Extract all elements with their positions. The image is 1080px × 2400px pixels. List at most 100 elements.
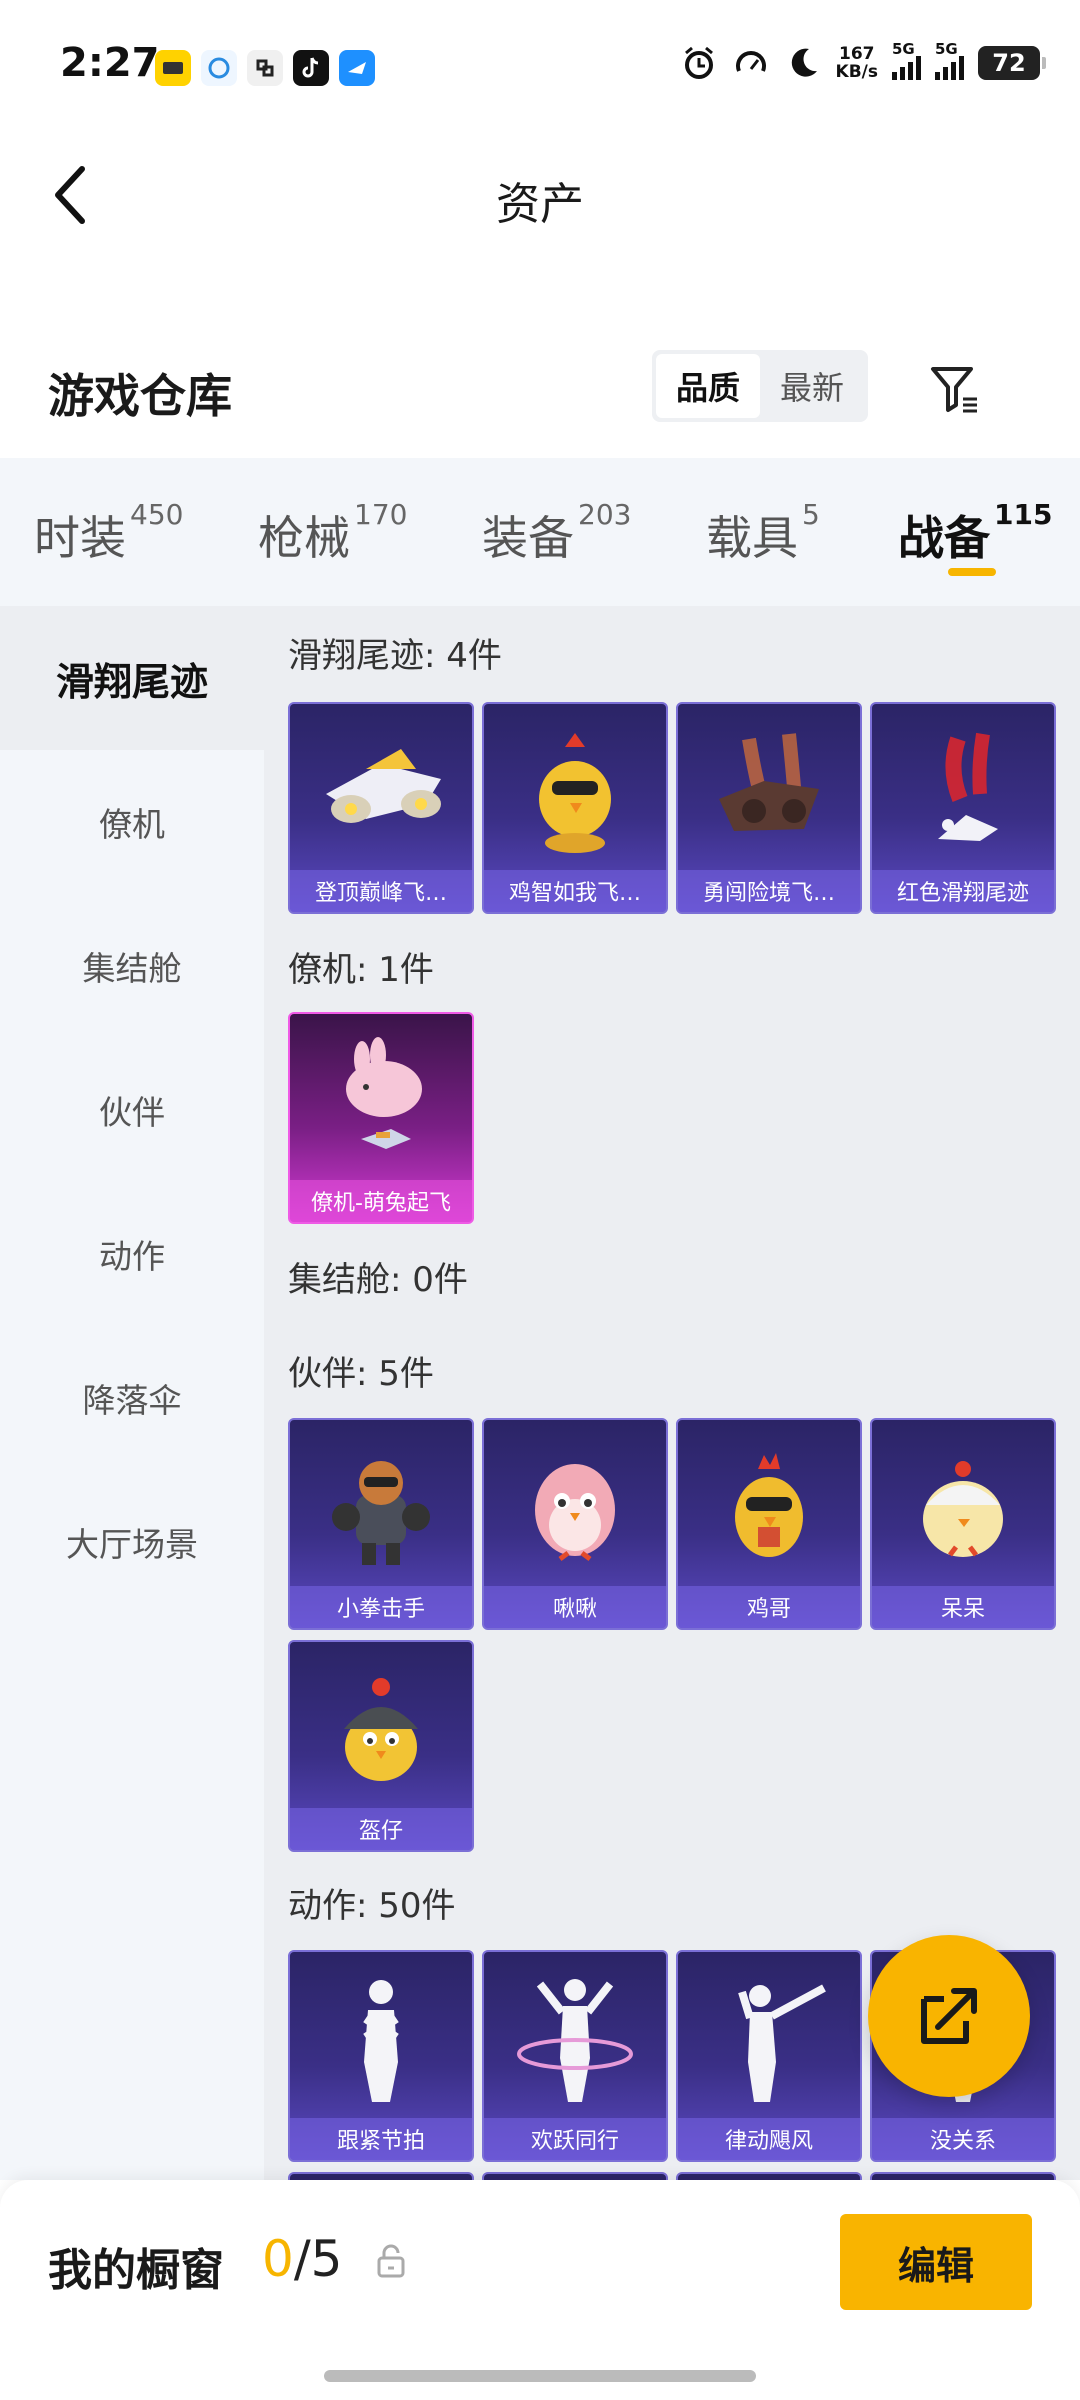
- sidebar-item-lobby-scene[interactable]: 大厅场景: [0, 1470, 264, 1614]
- page-title: 资产: [496, 179, 584, 230]
- mail-icon: [339, 50, 375, 86]
- showcase-count: 0/5: [262, 2230, 342, 2288]
- tab-vehicles[interactable]: 载具 5: [706, 498, 820, 568]
- lock-icon: [376, 2244, 406, 2278]
- tab-label: 战备: [898, 511, 990, 565]
- dance-pose-image: [290, 1952, 472, 2122]
- signal-2: 5G: [935, 40, 964, 80]
- chicken-glider-image: [484, 704, 666, 874]
- item-card[interactable]: [288, 2172, 474, 2180]
- share-icon: [921, 1988, 977, 2044]
- item-card[interactable]: 红色滑翔尾迹: [870, 702, 1056, 914]
- item-card[interactable]: [870, 2172, 1056, 2180]
- item-name: 啾啾: [484, 1586, 666, 1628]
- item-name: 僚机-萌兔起飞: [290, 1180, 472, 1222]
- tab-count: 5: [802, 498, 820, 531]
- signal-1-label: 5G: [892, 40, 915, 58]
- item-card[interactable]: 呆呆: [870, 1418, 1056, 1630]
- item-card[interactable]: 盔仔: [288, 1640, 474, 1852]
- item-name: 登顶巅峰飞…: [290, 870, 472, 912]
- red-smoke-trail-image: [872, 704, 1054, 874]
- item-card[interactable]: 鸡智如我飞…: [482, 702, 668, 914]
- tab-label: 载具: [706, 511, 798, 565]
- item-card[interactable]: 鸡哥: [676, 1418, 862, 1630]
- status-app-icons: [155, 50, 375, 86]
- filter-icon: [931, 367, 977, 413]
- item-card[interactable]: 登顶巅峰飞…: [288, 702, 474, 914]
- sidebar-item-wingman[interactable]: 僚机: [0, 750, 264, 894]
- sort-quality-option[interactable]: 品质: [656, 354, 760, 418]
- item-card[interactable]: 跟紧节拍: [288, 1950, 474, 2162]
- item-card[interactable]: 僚机-萌兔起飞: [288, 1012, 474, 1224]
- item-card[interactable]: [482, 2172, 668, 2180]
- showcase-bar: 我的橱窗 0/5 编辑: [0, 2180, 1080, 2400]
- section-title-companion: 伙伴: 5件: [288, 1354, 434, 1394]
- share-fab[interactable]: [868, 1935, 1030, 2097]
- battery-indicator: 72: [978, 46, 1046, 80]
- sidebar-item-parachute[interactable]: 降落伞: [0, 1326, 264, 1470]
- filter-button[interactable]: [920, 354, 990, 424]
- status-bar: 2:27 167 KB/s 5G 5G 72: [0, 0, 1080, 130]
- category-sidebar: 滑翔尾迹 僚机 集结舱 伙伴 动作 降落伞 大厅场景: [0, 606, 264, 2180]
- sidebar-item-emote[interactable]: 动作: [0, 1182, 264, 1326]
- item-card[interactable]: 律动飓风: [676, 1950, 862, 2162]
- status-time: 2:27: [60, 40, 160, 86]
- section-title-rally-pod: 集结舱: 0件: [288, 1260, 468, 1300]
- spin-pose-image: [484, 1952, 666, 2122]
- section-title-wingman: 僚机: 1件: [288, 950, 434, 990]
- item-card[interactable]: 啾啾: [482, 1418, 668, 1630]
- sidebar-item-companion[interactable]: 伙伴: [0, 1038, 264, 1182]
- boxer-companion-image: [290, 1420, 472, 1590]
- showcase-current: 0: [262, 2230, 294, 2288]
- net-speed-value: 167: [839, 44, 875, 64]
- chicken-companion-image: [678, 1420, 860, 1590]
- tab-label: 枪械: [258, 511, 350, 565]
- moon-icon: [784, 44, 822, 82]
- jet-glider-image: [290, 704, 472, 874]
- item-name: 鸡哥: [678, 1586, 860, 1628]
- tab-count: 115: [994, 498, 1053, 531]
- net-speed-unit: KB/s: [835, 62, 878, 82]
- rusty-jet-image: [678, 704, 860, 874]
- item-card[interactable]: 勇闯险境飞…: [676, 702, 862, 914]
- tab-guns[interactable]: 枪械 170: [258, 498, 407, 568]
- item-name: 盔仔: [290, 1808, 472, 1850]
- tab-battle-prep[interactable]: 战备 115: [898, 498, 1052, 568]
- status-right: 167 KB/s 5G 5G 72: [680, 40, 1046, 82]
- point-pose-image: [678, 1952, 860, 2122]
- item-name: 欢跃同行: [484, 2118, 666, 2160]
- section-title-glide-trail: 滑翔尾迹: 4件: [288, 636, 502, 676]
- home-indicator[interactable]: [324, 2370, 756, 2382]
- category-tabs: 时装 450 枪械 170 装备 203 载具 5 战备 115: [0, 458, 1080, 606]
- item-name: 鸡智如我飞…: [484, 870, 666, 912]
- tab-label: 时装: [34, 511, 126, 565]
- edit-button[interactable]: 编辑: [840, 2214, 1032, 2310]
- signal-2-label: 5G: [935, 40, 958, 58]
- tiktok-icon: [293, 50, 329, 86]
- tab-gear[interactable]: 装备 203: [482, 498, 631, 568]
- sort-newest-option[interactable]: 最新: [760, 354, 864, 418]
- tab-count: 170: [354, 498, 408, 531]
- tab-active-indicator: [948, 568, 996, 576]
- sidebar-item-rally-pod[interactable]: 集结舱: [0, 894, 264, 1038]
- tab-count: 203: [578, 498, 632, 531]
- signal-1: 5G: [892, 40, 921, 80]
- helmet-chick-companion-image: [290, 1642, 472, 1812]
- item-name: 小拳击手: [290, 1586, 472, 1628]
- tab-count: 450: [130, 498, 184, 531]
- sidebar-item-glide-trail[interactable]: 滑翔尾迹: [0, 606, 264, 750]
- bunny-wingman-image: [290, 1014, 472, 1184]
- tab-label: 装备: [482, 511, 574, 565]
- item-card[interactable]: [676, 2172, 862, 2180]
- item-card[interactable]: 小拳击手: [288, 1418, 474, 1630]
- item-name: 呆呆: [872, 1586, 1054, 1628]
- item-card[interactable]: 欢跃同行: [482, 1950, 668, 2162]
- warehouse-title: 游戏仓库: [48, 369, 232, 423]
- alarm-icon: [680, 44, 718, 82]
- pink-bird-companion-image: [484, 1420, 666, 1590]
- connect-icon: [247, 50, 283, 86]
- tab-fashion[interactable]: 时装 450: [34, 498, 183, 568]
- yellow-app-icon: [155, 50, 191, 86]
- item-name: 勇闯险境飞…: [678, 870, 860, 912]
- item-name: 律动飓风: [678, 2118, 860, 2160]
